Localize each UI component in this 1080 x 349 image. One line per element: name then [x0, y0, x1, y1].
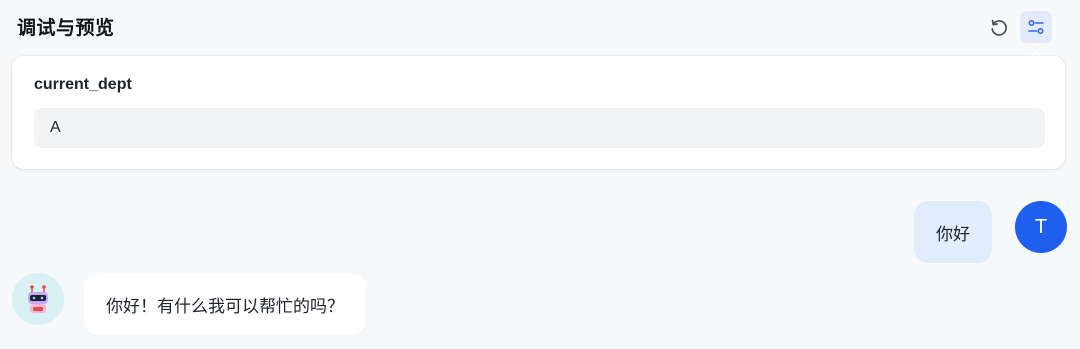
user-avatar: T: [1015, 201, 1067, 253]
bot-avatar: [12, 273, 64, 325]
sliders-icon: [1028, 19, 1044, 35]
variable-label: current_dept: [34, 76, 132, 93]
variable-input[interactable]: [34, 108, 1045, 148]
page-title: 调试与预览: [17, 17, 115, 39]
user-message-bubble: 你好: [914, 201, 992, 263]
bot-message-bubble: 你好！有什么我可以帮忙的吗？: [84, 273, 366, 335]
preview-header: 调试与预览: [0, 0, 1080, 56]
robot-icon: [28, 285, 48, 313]
settings-button[interactable]: [1020, 11, 1052, 43]
reset-icon: [991, 19, 1007, 36]
reset-button[interactable]: [985, 14, 1013, 42]
variables-panel: current_dept: [12, 56, 1065, 169]
